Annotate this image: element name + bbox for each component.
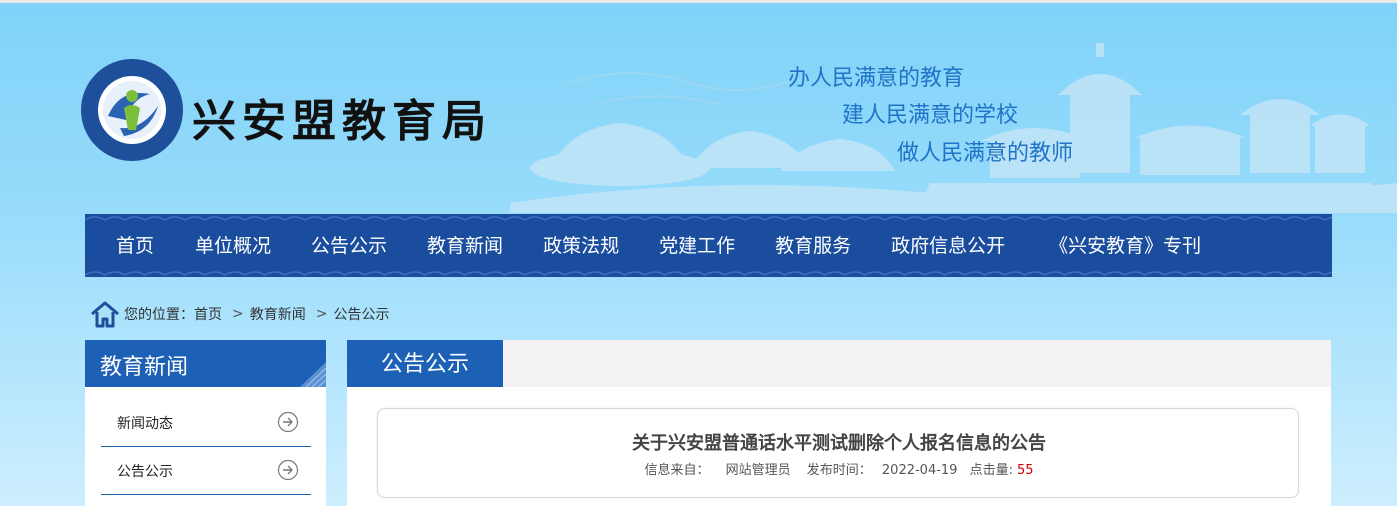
sidebar-corner-decoration xyxy=(300,362,326,387)
slogan-3: 做人民满意的教师 xyxy=(897,141,1074,166)
slogan-1: 办人民满意的教育 xyxy=(788,66,965,91)
section-title: 公告公示 xyxy=(347,340,503,387)
main-content: 公告公示 关于兴安盟普通话水平测试删除个人报名信息的公告 信息来自： 网站管理员… xyxy=(347,340,1331,506)
breadcrumb-separator: > xyxy=(315,306,328,322)
nav-education-services[interactable]: 教育服务 xyxy=(775,214,851,277)
arrow-circle-right-icon xyxy=(277,411,299,433)
nav-party-building[interactable]: 党建工作 xyxy=(659,214,735,277)
clicks-label: 点击量: xyxy=(969,463,1013,478)
sidebar: 教育新闻 新闻动态 公告公示 xyxy=(85,340,326,506)
sidebar-title: 教育新闻 xyxy=(100,355,189,380)
nav-unit-overview[interactable]: 单位概况 xyxy=(195,214,271,277)
date-label: 发布时间： xyxy=(806,463,872,478)
nav-items: 首页 单位概况 公告公示 教育新闻 政策法规 党建工作 教育服务 政府信息公开 … xyxy=(85,214,1201,277)
date-value: 2022-04-19 xyxy=(881,463,958,478)
article-card: 关于兴安盟普通话水平测试删除个人报名信息的公告 信息来自： 网站管理员 发布时间… xyxy=(377,408,1299,498)
sidebar-item-label: 新闻动态 xyxy=(117,416,173,432)
main-nav: 首页 单位概况 公告公示 教育新闻 政策法规 党建工作 教育服务 政府信息公开 … xyxy=(85,214,1332,277)
sidebar-item-news-updates[interactable]: 新闻动态 xyxy=(101,399,311,447)
article-meta: 信息来自： 网站管理员 发布时间： 2022-04-19 点击量: 55 xyxy=(378,459,1300,478)
breadcrumb-separator: > xyxy=(232,306,244,322)
slogan-2: 建人民满意的学校 xyxy=(842,103,1019,128)
nav-gov-info[interactable]: 政府信息公开 xyxy=(891,214,1005,277)
breadcrumb-label: 您的位置： xyxy=(124,307,194,323)
breadcrumb: 您的位置： 首页 > 教育新闻 > 公告公示 xyxy=(90,300,389,328)
sidebar-header: 教育新闻 xyxy=(85,340,326,387)
arrow-circle-right-icon xyxy=(277,459,299,481)
nav-education-news[interactable]: 教育新闻 xyxy=(427,214,503,277)
nav-home[interactable]: 首页 xyxy=(116,214,154,277)
home-icon xyxy=(91,301,119,328)
nav-policies[interactable]: 政策法规 xyxy=(543,214,619,277)
source-value: 网站管理员 xyxy=(725,463,791,478)
source-label: 信息来自： xyxy=(644,463,710,478)
sidebar-item-label: 公告公示 xyxy=(117,464,173,480)
clicks-value: 55 xyxy=(1017,463,1034,478)
site-header: 兴安盟教育局 办人民满意的教育 建人民满意的学校 做人民满意的教师 xyxy=(0,3,1397,213)
sidebar-item-announcements[interactable]: 公告公示 xyxy=(101,447,311,495)
breadcrumb-announcements[interactable]: 公告公示 xyxy=(333,304,389,324)
breadcrumb-home[interactable]: 首页 xyxy=(194,304,222,324)
nav-journal[interactable]: 《兴安教育》专刊 xyxy=(1049,214,1201,277)
site-title: 兴安盟教育局 xyxy=(192,96,492,147)
education-bureau-logo xyxy=(81,59,183,161)
nav-announcements[interactable]: 公告公示 xyxy=(311,214,387,277)
article-title: 关于兴安盟普通话水平测试删除个人报名信息的公告 xyxy=(632,433,1046,454)
breadcrumb-education-news[interactable]: 教育新闻 xyxy=(250,304,306,324)
